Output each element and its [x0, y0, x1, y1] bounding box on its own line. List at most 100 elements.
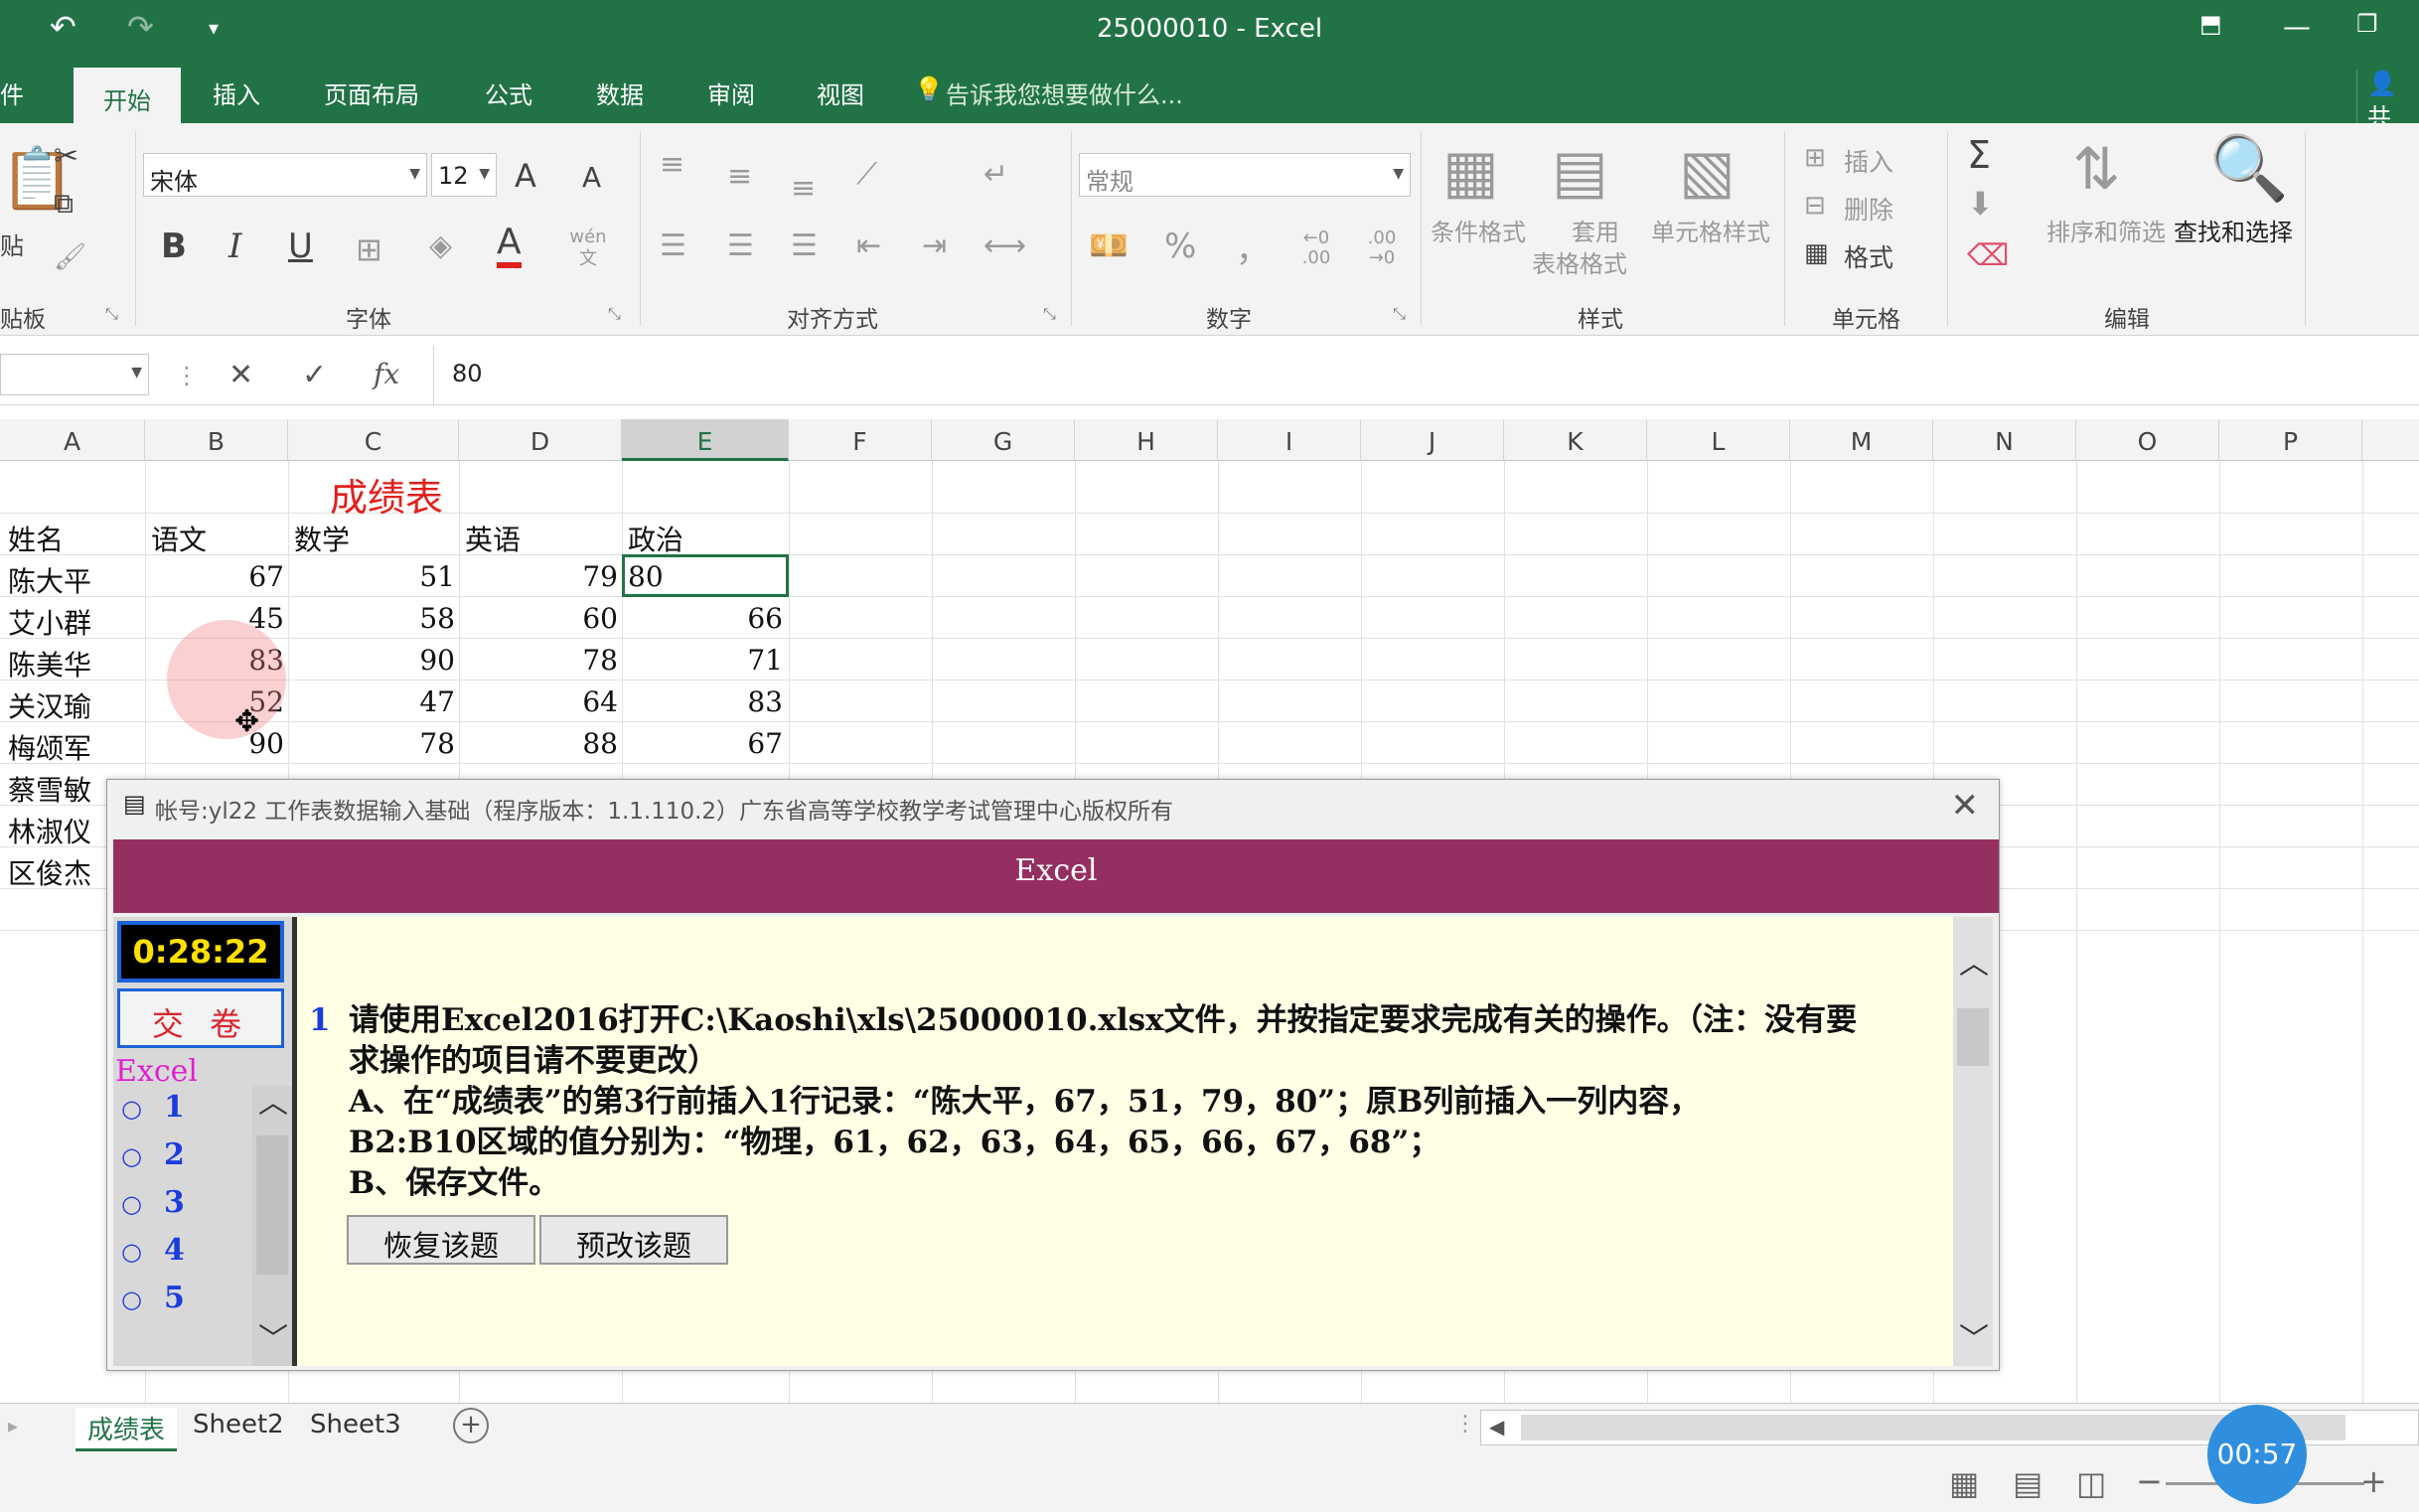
- splitter-icon[interactable]: ⋮: [1454, 1412, 1476, 1436]
- page-break-view-icon[interactable]: ◫: [2076, 1464, 2106, 1502]
- clipboard-launcher-icon[interactable]: ⤡: [105, 304, 118, 324]
- increase-indent-icon[interactable]: ⇥: [922, 228, 947, 263]
- orientation-icon[interactable]: ⟋: [856, 157, 877, 192]
- column-header-a[interactable]: A: [0, 419, 145, 461]
- score-cell[interactable]: 78: [463, 644, 618, 677]
- scrollbar-thumb[interactable]: [1957, 1008, 1989, 1066]
- restore-icon[interactable]: ❐: [2356, 10, 2378, 38]
- column-header-k[interactable]: K: [1504, 419, 1647, 461]
- score-cell[interactable]: 66: [626, 602, 783, 635]
- column-header-l[interactable]: L: [1647, 419, 1790, 461]
- column-header-i[interactable]: I: [1218, 419, 1361, 461]
- ribbon-display-icon[interactable]: ⬒: [2199, 10, 2222, 38]
- merge-center-icon[interactable]: ⟷: [983, 228, 1026, 263]
- increase-decimal-button[interactable]: ←0 .00: [1291, 228, 1341, 268]
- column-header-c[interactable]: C: [288, 419, 459, 461]
- paste-label[interactable]: 贴: [0, 227, 24, 261]
- restore-question-button[interactable]: 恢复该题: [347, 1215, 535, 1265]
- tell-me-search[interactable]: 告诉我您想要做什么...: [946, 76, 1183, 110]
- cancel-icon[interactable]: ✕: [228, 358, 253, 392]
- decrease-indent-icon[interactable]: ⇤: [856, 228, 881, 263]
- score-cell[interactable]: 64: [463, 685, 618, 718]
- table-format-label-2[interactable]: 表格格式: [1532, 244, 1627, 279]
- font-color-button[interactable]: A: [497, 223, 522, 268]
- chevron-down-icon[interactable]: ﹀: [1959, 1314, 1989, 1358]
- tab-insert[interactable]: 插入: [213, 76, 260, 110]
- name-cell[interactable]: 陈大平: [8, 560, 91, 600]
- column-header-g[interactable]: G: [932, 419, 1075, 461]
- score-cell[interactable]: 67: [626, 727, 783, 760]
- tab-file[interactable]: 件: [0, 76, 24, 110]
- zoom-out-icon[interactable]: −: [2136, 1462, 2163, 1500]
- close-icon[interactable]: ✕: [1951, 786, 1980, 826]
- phonetic-guide-button[interactable]: wén 文: [568, 227, 608, 270]
- align-right-icon[interactable]: ☰: [791, 228, 818, 263]
- tab-home[interactable]: 开始: [74, 68, 181, 123]
- borders-icon[interactable]: ⊞: [356, 230, 382, 268]
- table-format-icon[interactable]: ▤: [1552, 137, 1608, 207]
- comma-style-button[interactable]: ，: [1236, 223, 1270, 271]
- align-center-icon[interactable]: ☰: [727, 228, 754, 263]
- autosum-button[interactable]: Σ: [1967, 133, 1991, 177]
- sort-filter-icon[interactable]: ⇅: [2072, 135, 2121, 203]
- name-cell[interactable]: 艾小群: [8, 602, 91, 642]
- clear-icon[interactable]: ⌫: [1967, 238, 2009, 273]
- name-cell[interactable]: 区俊杰: [8, 852, 91, 892]
- format-cells-button[interactable]: 格式: [1844, 238, 1893, 274]
- question-nav-item[interactable]: ○ 5: [121, 1281, 185, 1315]
- column-header-p[interactable]: P: [2219, 419, 2362, 461]
- scroll-left-icon[interactable]: ◀: [1489, 1415, 1504, 1438]
- chevron-up-icon[interactable]: ︿: [258, 1078, 288, 1122]
- conditional-format-icon[interactable]: ▦: [1442, 137, 1499, 207]
- column-header-o[interactable]: O: [2076, 419, 2219, 461]
- question-nav-item[interactable]: ○ 2: [121, 1137, 185, 1172]
- header-cell[interactable]: 语文: [151, 519, 207, 558]
- page-layout-view-icon[interactable]: ▤: [2013, 1464, 2042, 1502]
- sheet-tab-sheet3[interactable]: Sheet3: [298, 1408, 413, 1441]
- scrollbar-thumb[interactable]: [256, 1135, 288, 1275]
- minimize-icon[interactable]: —: [2283, 10, 2311, 43]
- name-cell[interactable]: 陈美华: [8, 644, 91, 683]
- scroll-tabs-icon[interactable]: ▸: [8, 1414, 18, 1437]
- align-top-icon[interactable]: ≡: [660, 147, 684, 182]
- sort-filter-button[interactable]: 排序和筛选: [2046, 213, 2166, 247]
- tab-page-layout[interactable]: 页面布局: [324, 76, 419, 110]
- name-cell[interactable]: 关汉瑜: [8, 685, 91, 725]
- bold-button[interactable]: B: [161, 227, 187, 266]
- tab-formulas[interactable]: 公式: [485, 76, 532, 110]
- fill-color-icon[interactable]: ◈: [429, 228, 452, 263]
- format-painter-icon[interactable]: 🖌: [54, 242, 86, 272]
- column-header-j[interactable]: J: [1361, 419, 1504, 461]
- name-box[interactable]: ▼: [0, 354, 149, 395]
- tab-view[interactable]: 视图: [817, 76, 864, 110]
- score-cell[interactable]: 78: [292, 727, 455, 760]
- submit-exam-button[interactable]: 交 卷: [117, 988, 284, 1048]
- preview-question-button[interactable]: 预改该题: [539, 1215, 728, 1265]
- alignment-launcher-icon[interactable]: ⤡: [1043, 304, 1056, 324]
- zoom-in-icon[interactable]: +: [2360, 1462, 2387, 1500]
- question-nav-item[interactable]: ○ 1: [121, 1090, 185, 1125]
- column-header-f[interactable]: F: [789, 419, 932, 461]
- header-cell[interactable]: 政治: [628, 519, 683, 558]
- column-header-b[interactable]: B: [145, 419, 288, 461]
- question-nav-item[interactable]: ○ 4: [121, 1233, 185, 1268]
- column-header-e[interactable]: E: [622, 419, 789, 461]
- number-format-select[interactable]: 常规 ▼: [1079, 153, 1411, 197]
- score-cell[interactable]: 88: [463, 727, 618, 760]
- font-family-select[interactable]: 宋体 ▼: [143, 153, 427, 197]
- header-cell[interactable]: 姓名: [8, 519, 64, 558]
- column-header-h[interactable]: H: [1075, 419, 1218, 461]
- score-cell[interactable]: 83: [626, 685, 783, 718]
- normal-view-icon[interactable]: ▦: [1949, 1464, 1979, 1502]
- column-header-d[interactable]: D: [459, 419, 622, 461]
- grow-font-button[interactable]: A: [515, 157, 536, 195]
- chevron-down-icon[interactable]: ﹀: [258, 1314, 288, 1358]
- column-header-m[interactable]: M: [1790, 419, 1933, 461]
- score-cell[interactable]: 71: [626, 644, 783, 677]
- score-cell[interactable]: 51: [292, 560, 455, 593]
- search-icon[interactable]: 🔍: [2209, 131, 2289, 206]
- underline-button[interactable]: U: [288, 227, 313, 266]
- enter-icon[interactable]: ✓: [302, 358, 327, 392]
- nav-scrollbar[interactable]: ︿ ﹀: [252, 1086, 292, 1366]
- find-select-button[interactable]: 查找和选择: [2174, 213, 2293, 247]
